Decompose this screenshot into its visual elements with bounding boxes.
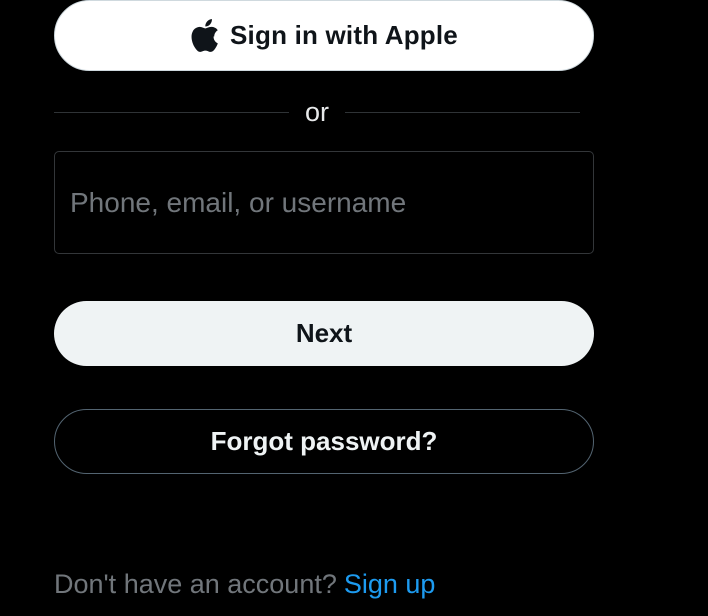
- next-button-label: Next: [295, 318, 353, 348]
- login-identifier-input[interactable]: [70, 152, 580, 253]
- login-page: Sign in with Apple or Next Forgot passwo…: [0, 0, 708, 616]
- divider-line-right: [345, 111, 581, 113]
- sign-in-with-apple-button[interactable]: Sign in with Apple: [54, 0, 594, 71]
- login-identifier-field[interactable]: [54, 151, 594, 254]
- or-text: or: [305, 97, 330, 127]
- sign-up-link[interactable]: Sign up: [344, 569, 436, 600]
- signup-prompt-row: Don't have an account? Sign up: [54, 566, 435, 602]
- apple-logo-icon: [190, 19, 220, 53]
- next-button[interactable]: Next: [54, 301, 594, 366]
- forgot-password-label: Forgot password?: [210, 426, 438, 456]
- divider-line-left: [54, 111, 289, 113]
- sign-in-with-apple-label: Sign in with Apple: [230, 20, 458, 50]
- signup-prompt-text: Don't have an account?: [54, 568, 337, 599]
- forgot-password-button[interactable]: Forgot password?: [54, 409, 594, 474]
- or-divider: or: [54, 90, 581, 134]
